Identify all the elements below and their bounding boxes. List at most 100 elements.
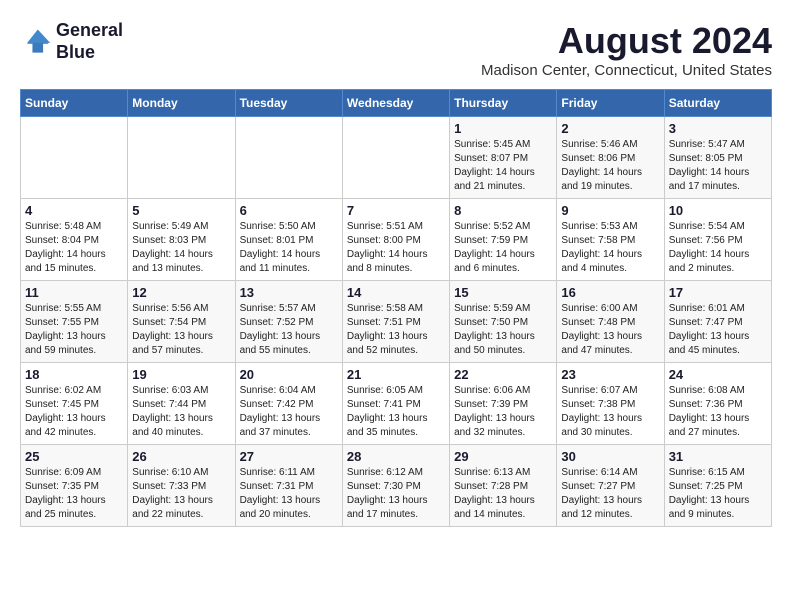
day-cell: 14 Sunrise: 5:58 AM Sunset: 7:51 PM Dayli… xyxy=(342,281,449,363)
day-number: 14 xyxy=(347,285,445,300)
day-cell xyxy=(235,117,342,199)
logo: General Blue xyxy=(20,20,123,63)
day-info: Sunrise: 6:13 AM Sunset: 7:28 PM Dayligh… xyxy=(454,466,552,522)
day-info: Sunrise: 5:50 AM Sunset: 8:01 PM Dayligh… xyxy=(240,220,338,276)
day-number: 12 xyxy=(132,285,230,300)
header-cell-sunday: Sunday xyxy=(21,90,128,117)
day-info: Sunrise: 5:55 AM Sunset: 7:55 PM Dayligh… xyxy=(25,302,123,358)
day-number: 21 xyxy=(347,367,445,382)
day-info: Sunrise: 5:57 AM Sunset: 7:52 PM Dayligh… xyxy=(240,302,338,358)
day-number: 29 xyxy=(454,449,552,464)
day-number: 25 xyxy=(25,449,123,464)
day-number: 6 xyxy=(240,203,338,218)
day-cell: 28 Sunrise: 6:12 AM Sunset: 7:30 PM Dayli… xyxy=(342,445,449,527)
day-info: Sunrise: 6:09 AM Sunset: 7:35 PM Dayligh… xyxy=(25,466,123,522)
day-number: 26 xyxy=(132,449,230,464)
day-cell: 24Sunrise: 6:08 AM Sunset: 7:36 PM Dayli… xyxy=(664,363,771,445)
week-row-3: 18Sunrise: 6:02 AM Sunset: 7:45 PM Dayli… xyxy=(21,363,772,445)
day-info: Sunrise: 5:49 AM Sunset: 8:03 PM Dayligh… xyxy=(132,220,230,276)
day-cell: 5 Sunrise: 5:49 AM Sunset: 8:03 PM Daylig… xyxy=(128,199,235,281)
day-info: Sunrise: 6:00 AM Sunset: 7:48 PM Dayligh… xyxy=(561,302,659,358)
day-cell: 26 Sunrise: 6:10 AM Sunset: 7:33 PM Dayli… xyxy=(128,445,235,527)
day-cell: 4 Sunrise: 5:48 AM Sunset: 8:04 PM Daylig… xyxy=(21,199,128,281)
day-cell xyxy=(21,117,128,199)
day-info: Sunrise: 6:12 AM Sunset: 7:30 PM Dayligh… xyxy=(347,466,445,522)
day-cell: 7Sunrise: 5:51 AM Sunset: 8:00 PM Daylig… xyxy=(342,199,449,281)
day-info: Sunrise: 5:45 AM Sunset: 8:07 PM Dayligh… xyxy=(454,138,552,194)
day-info: Sunrise: 5:54 AM Sunset: 7:56 PM Dayligh… xyxy=(669,220,767,276)
day-info: Sunrise: 5:53 AM Sunset: 7:58 PM Dayligh… xyxy=(561,220,659,276)
day-info: Sunrise: 5:47 AM Sunset: 8:05 PM Dayligh… xyxy=(669,138,767,194)
day-info: Sunrise: 5:58 AM Sunset: 7:51 PM Dayligh… xyxy=(347,302,445,358)
header-cell-saturday: Saturday xyxy=(664,90,771,117)
day-cell: 11 Sunrise: 5:55 AM Sunset: 7:55 PM Dayli… xyxy=(21,281,128,363)
logo-line2: Blue xyxy=(56,42,123,64)
day-info: Sunrise: 6:04 AM Sunset: 7:42 PM Dayligh… xyxy=(240,384,338,440)
logo-line1: General xyxy=(56,20,123,42)
day-cell xyxy=(128,117,235,199)
day-info: Sunrise: 6:07 AM Sunset: 7:38 PM Dayligh… xyxy=(561,384,659,440)
day-info: Sunrise: 5:51 AM Sunset: 8:00 PM Dayligh… xyxy=(347,220,445,276)
day-cell: 9 Sunrise: 5:53 AM Sunset: 7:58 PM Daylig… xyxy=(557,199,664,281)
header-cell-thursday: Thursday xyxy=(450,90,557,117)
month-title: August 2024 xyxy=(481,20,772,62)
day-info: Sunrise: 5:52 AM Sunset: 7:59 PM Dayligh… xyxy=(454,220,552,276)
day-number: 4 xyxy=(25,203,123,218)
day-info: Sunrise: 6:05 AM Sunset: 7:41 PM Dayligh… xyxy=(347,384,445,440)
day-cell: 21 Sunrise: 6:05 AM Sunset: 7:41 PM Dayli… xyxy=(342,363,449,445)
header-row: SundayMondayTuesdayWednesdayThursdayFrid… xyxy=(21,90,772,117)
header-cell-friday: Friday xyxy=(557,90,664,117)
day-number: 5 xyxy=(132,203,230,218)
day-cell: 1 Sunrise: 5:45 AM Sunset: 8:07 PM Daylig… xyxy=(450,117,557,199)
day-info: Sunrise: 5:48 AM Sunset: 8:04 PM Dayligh… xyxy=(25,220,123,276)
day-number: 15 xyxy=(454,285,552,300)
day-cell: 30 Sunrise: 6:14 AM Sunset: 7:27 PM Dayli… xyxy=(557,445,664,527)
page-header: General Blue August 2024 Madison Center,… xyxy=(20,20,772,79)
day-cell: 27 Sunrise: 6:11 AM Sunset: 7:31 PM Dayli… xyxy=(235,445,342,527)
day-info: Sunrise: 5:59 AM Sunset: 7:50 PM Dayligh… xyxy=(454,302,552,358)
day-info: Sunrise: 5:56 AM Sunset: 7:54 PM Dayligh… xyxy=(132,302,230,358)
day-cell: 12 Sunrise: 5:56 AM Sunset: 7:54 PM Dayli… xyxy=(128,281,235,363)
day-number: 9 xyxy=(561,203,659,218)
day-number: 24 xyxy=(669,367,767,382)
location-title: Madison Center, Connecticut, United Stat… xyxy=(481,62,772,79)
day-number: 11 xyxy=(25,285,123,300)
day-info: Sunrise: 5:46 AM Sunset: 8:06 PM Dayligh… xyxy=(561,138,659,194)
day-number: 31 xyxy=(669,449,767,464)
day-number: 1 xyxy=(454,121,552,136)
logo-icon xyxy=(20,26,52,58)
day-info: Sunrise: 6:10 AM Sunset: 7:33 PM Dayligh… xyxy=(132,466,230,522)
header-cell-tuesday: Tuesday xyxy=(235,90,342,117)
day-cell: 19 Sunrise: 6:03 AM Sunset: 7:44 PM Dayli… xyxy=(128,363,235,445)
day-number: 2 xyxy=(561,121,659,136)
day-cell: 25 Sunrise: 6:09 AM Sunset: 7:35 PM Dayli… xyxy=(21,445,128,527)
day-number: 19 xyxy=(132,367,230,382)
day-number: 18 xyxy=(25,367,123,382)
day-number: 30 xyxy=(561,449,659,464)
day-info: Sunrise: 6:06 AM Sunset: 7:39 PM Dayligh… xyxy=(454,384,552,440)
day-cell: 3Sunrise: 5:47 AM Sunset: 8:05 PM Daylig… xyxy=(664,117,771,199)
day-cell: 17Sunrise: 6:01 AM Sunset: 7:47 PM Dayli… xyxy=(664,281,771,363)
day-cell: 22Sunrise: 6:06 AM Sunset: 7:39 PM Dayli… xyxy=(450,363,557,445)
logo-text: General Blue xyxy=(56,20,123,63)
day-cell: 8Sunrise: 5:52 AM Sunset: 7:59 PM Daylig… xyxy=(450,199,557,281)
day-info: Sunrise: 6:03 AM Sunset: 7:44 PM Dayligh… xyxy=(132,384,230,440)
day-cell: 16 Sunrise: 6:00 AM Sunset: 7:48 PM Dayli… xyxy=(557,281,664,363)
day-cell: 10 Sunrise: 5:54 AM Sunset: 7:56 PM Dayli… xyxy=(664,199,771,281)
day-number: 13 xyxy=(240,285,338,300)
day-number: 10 xyxy=(669,203,767,218)
day-number: 27 xyxy=(240,449,338,464)
day-info: Sunrise: 6:11 AM Sunset: 7:31 PM Dayligh… xyxy=(240,466,338,522)
header-cell-monday: Monday xyxy=(128,90,235,117)
title-area: August 2024 Madison Center, Connecticut,… xyxy=(481,20,772,79)
day-number: 16 xyxy=(561,285,659,300)
day-cell: 20Sunrise: 6:04 AM Sunset: 7:42 PM Dayli… xyxy=(235,363,342,445)
calendar-table: SundayMondayTuesdayWednesdayThursdayFrid… xyxy=(20,89,772,527)
day-cell: 13 Sunrise: 5:57 AM Sunset: 7:52 PM Dayli… xyxy=(235,281,342,363)
day-info: Sunrise: 6:14 AM Sunset: 7:27 PM Dayligh… xyxy=(561,466,659,522)
day-cell: 23Sunrise: 6:07 AM Sunset: 7:38 PM Dayli… xyxy=(557,363,664,445)
day-number: 28 xyxy=(347,449,445,464)
header-cell-wednesday: Wednesday xyxy=(342,90,449,117)
day-cell xyxy=(342,117,449,199)
day-cell: 31Sunrise: 6:15 AM Sunset: 7:25 PM Dayli… xyxy=(664,445,771,527)
